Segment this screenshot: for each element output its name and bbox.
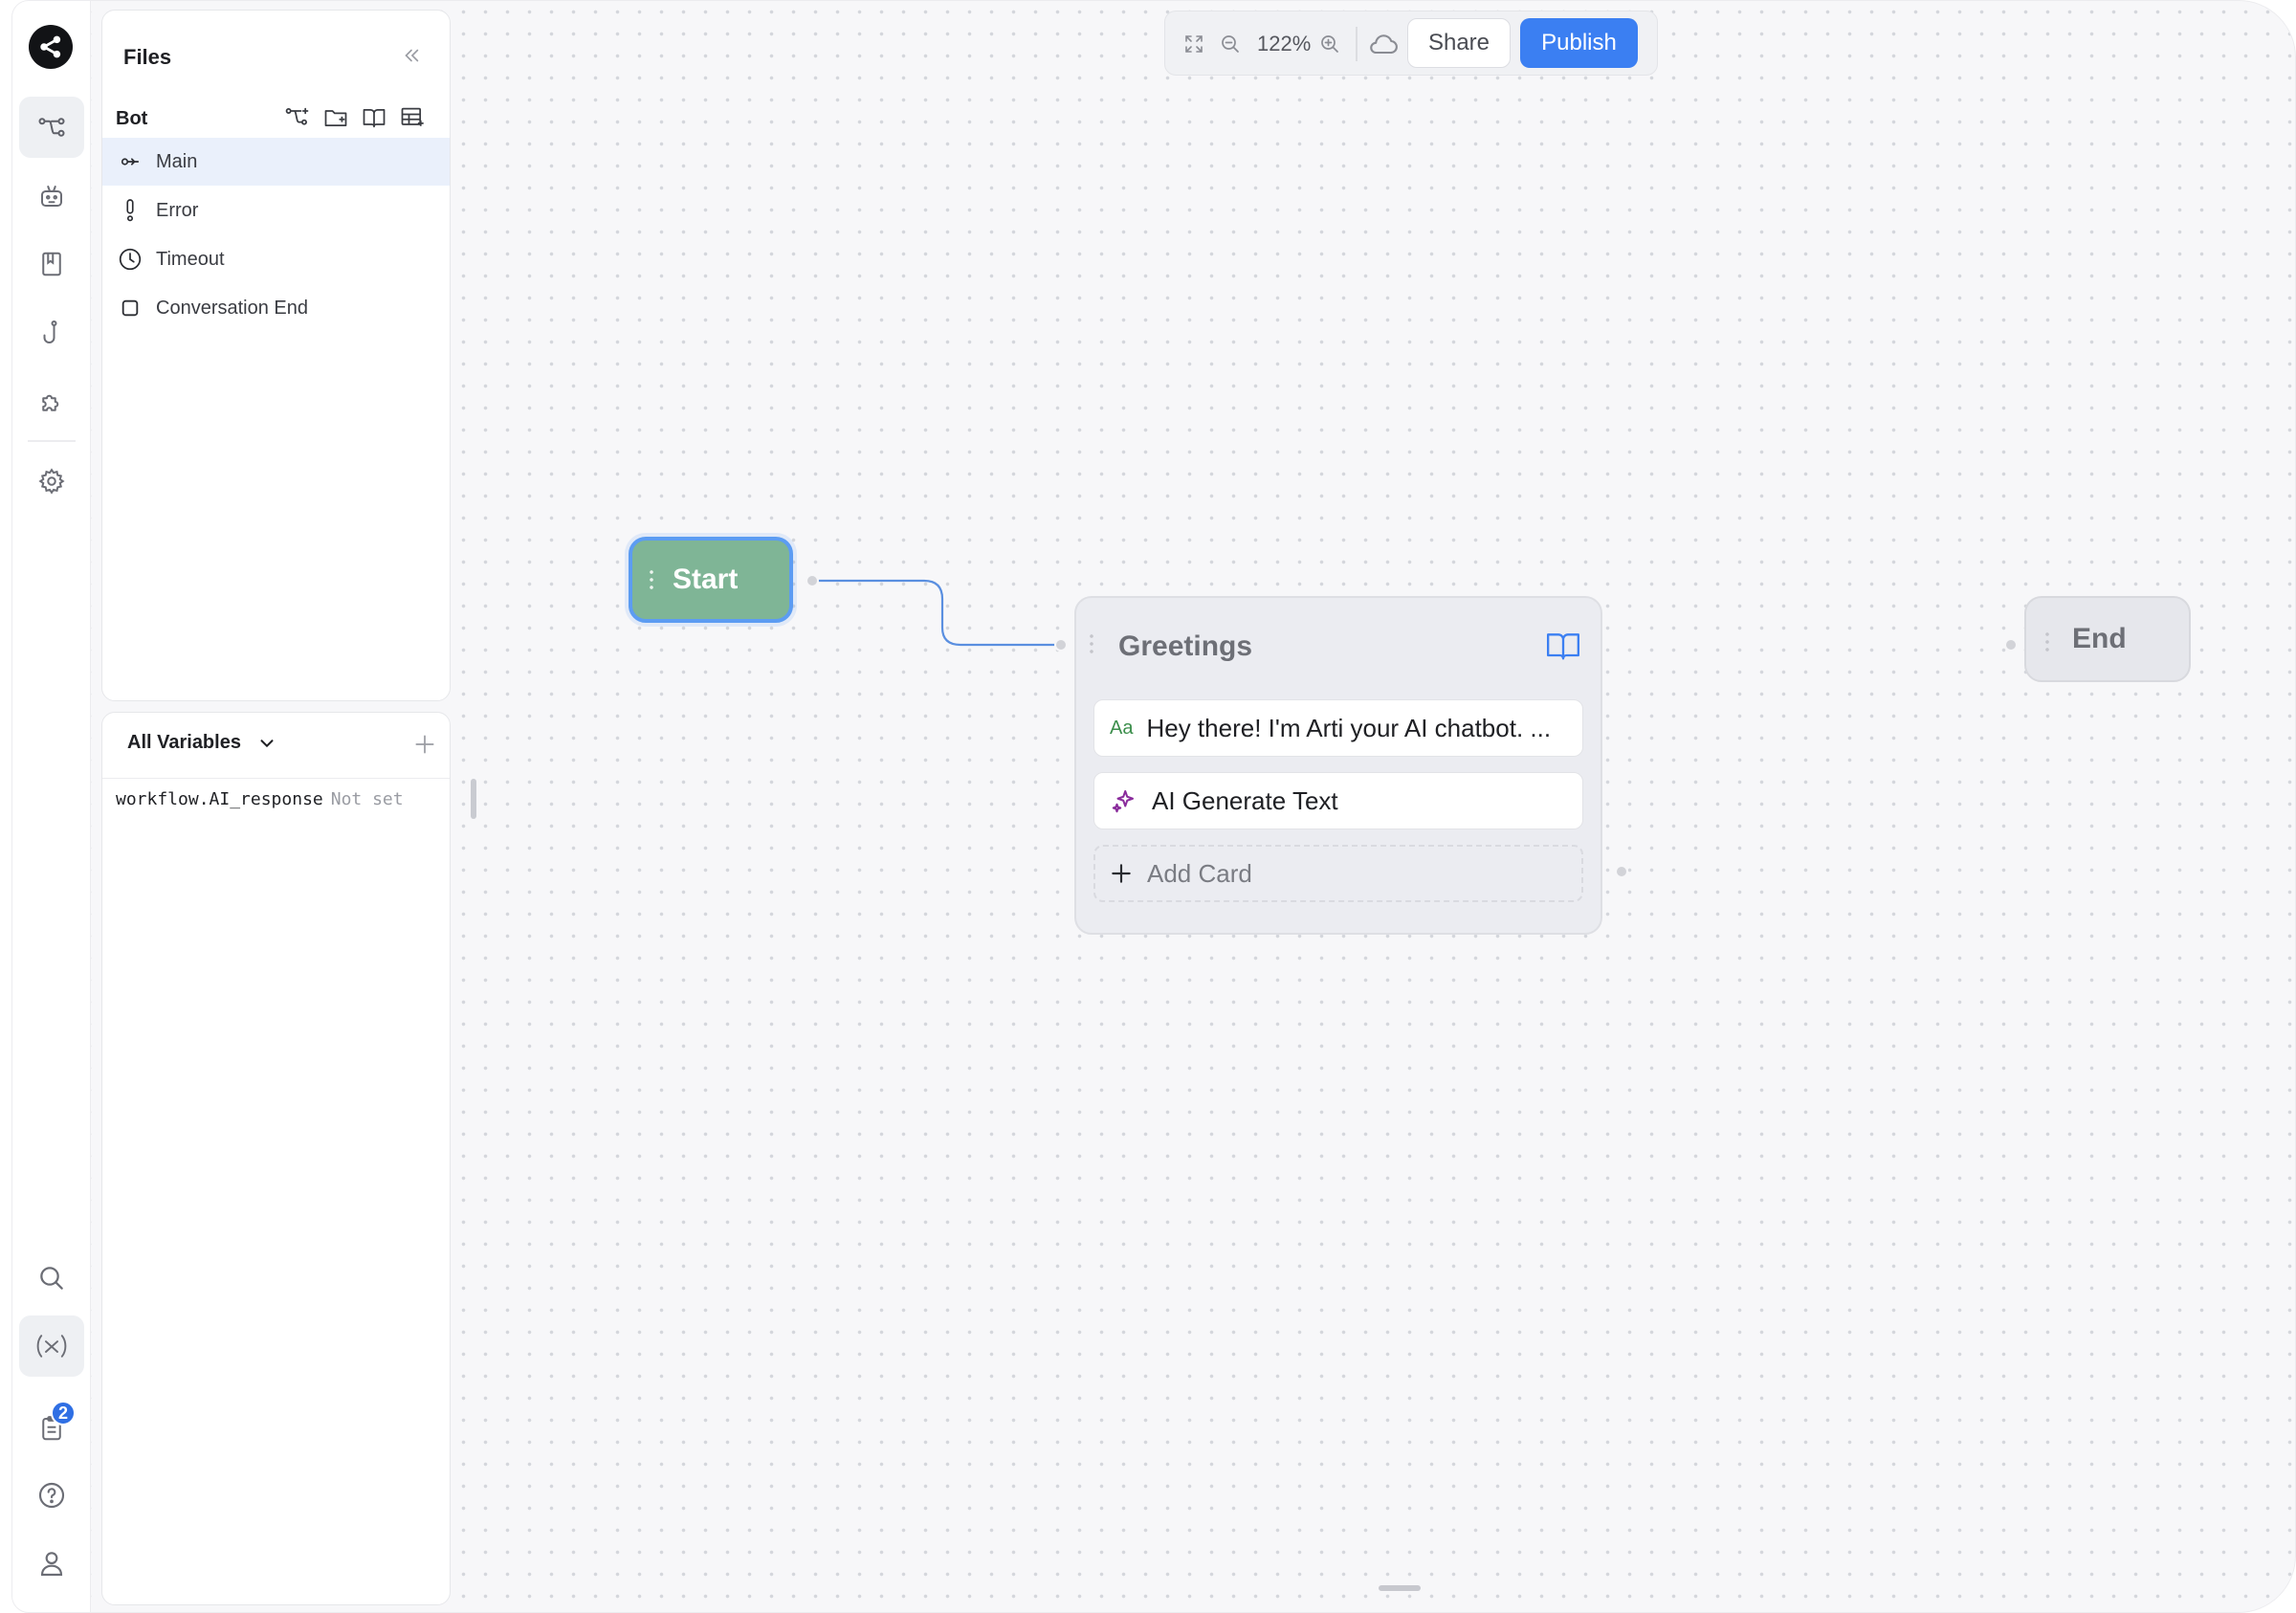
drag-handle-icon[interactable] <box>1088 632 1095 655</box>
start-node-label: Start <box>673 563 739 595</box>
add-card-button[interactable]: Add Card <box>1093 845 1583 902</box>
drag-handle-icon[interactable] <box>2043 630 2051 653</box>
drag-handle-icon[interactable] <box>648 568 655 591</box>
text-card[interactable]: Aa Hey there! I'm Arti your AI chatbot. … <box>1093 699 1583 757</box>
block-input-port[interactable] <box>1054 638 1068 652</box>
block-output-port[interactable] <box>1615 865 1628 878</box>
end-input-port[interactable] <box>2004 638 2018 652</box>
greetings-block[interactable]: Greetings Aa Hey there! I'm Arti your AI… <box>1074 596 1602 935</box>
add-card-label: Add Card <box>1147 858 1252 888</box>
end-node-label: End <box>2072 623 2127 654</box>
plus-icon <box>1109 861 1134 886</box>
start-node[interactable]: Start <box>629 537 793 623</box>
sparkle-icon <box>1110 786 1138 815</box>
start-output-port[interactable] <box>806 574 819 587</box>
bottom-panel-handle[interactable] <box>1379 1585 1421 1591</box>
knowledge-button[interactable] <box>1543 627 1583 665</box>
ai-generate-card[interactable]: AI Generate Text <box>1093 772 1583 829</box>
text-card-type: Aa <box>1110 717 1134 739</box>
block-title[interactable]: Greetings <box>1118 630 1252 663</box>
end-node[interactable]: End <box>2024 596 2191 682</box>
ai-generate-card-label: AI Generate Text <box>1152 785 1338 815</box>
book-open-icon <box>1547 633 1579 660</box>
app-window: 2 Files Bot Main Error Timeout Conversat… <box>11 0 2296 1613</box>
text-card-label: Hey there! I'm Arti your AI chatbot. ... <box>1146 713 1552 742</box>
